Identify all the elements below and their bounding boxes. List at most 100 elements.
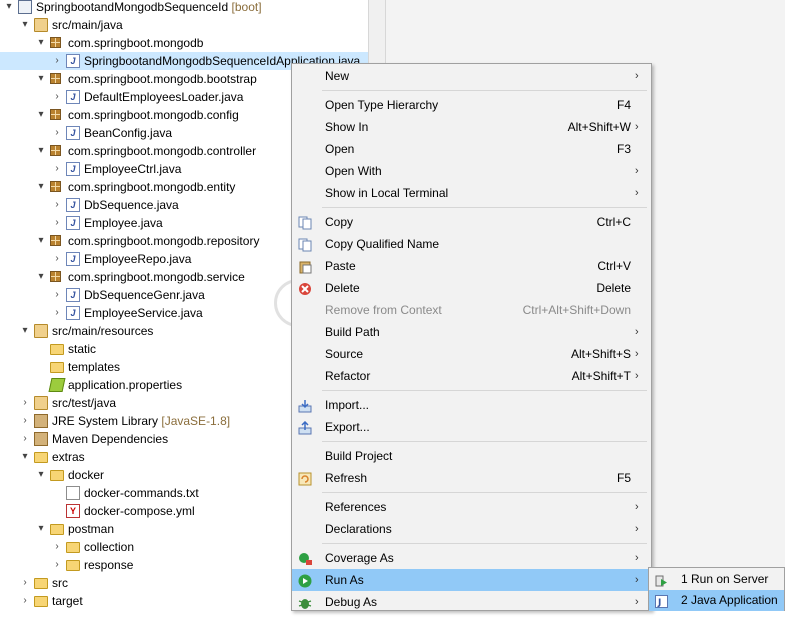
menu-item-remove-from-context[interactable]: Remove from Context Ctrl+Alt+Shift+Down: [292, 299, 651, 321]
collapse-toggle-icon[interactable]: ▾: [20, 16, 30, 34]
expand-toggle-icon[interactable]: ›: [52, 250, 62, 268]
menu-separator: [322, 492, 647, 493]
menu-item-debug-as[interactable]: Debug As ›: [292, 591, 651, 613]
expand-toggle-icon[interactable]: ›: [20, 574, 30, 592]
menu-separator: [322, 441, 647, 442]
properties-file-icon: [48, 378, 66, 392]
submenu-arrow-icon: ›: [635, 121, 639, 133]
submenu-arrow-icon: ›: [635, 523, 639, 535]
tree-item-label: src/test/java: [52, 396, 117, 410]
menu-item-open-with[interactable]: Open With ›: [292, 160, 651, 182]
collapse-toggle-icon[interactable]: ▾: [36, 268, 46, 286]
package-icon: [50, 145, 61, 156]
expand-toggle-icon[interactable]: ›: [52, 88, 62, 106]
menu-item-run-as[interactable]: Run As ›: [292, 569, 651, 591]
menu-item-shortcut: F5: [616, 471, 631, 485]
collapse-toggle-icon[interactable]: ▾: [36, 106, 46, 124]
collapse-toggle-icon[interactable]: ▾: [4, 0, 14, 16]
menu-item-references[interactable]: References ›: [292, 496, 651, 518]
tree-item-label: BeanConfig.java: [84, 126, 173, 140]
folder-icon: [34, 452, 48, 463]
expand-toggle-icon[interactable]: ›: [52, 538, 62, 556]
menu-item-label: Paste: [325, 259, 356, 273]
expand-toggle-icon[interactable]: ›: [20, 592, 30, 610]
collapse-toggle-icon[interactable]: ▾: [36, 232, 46, 250]
expand-toggle-icon[interactable]: ›: [20, 394, 30, 412]
expand-toggle-icon[interactable]: ›: [52, 124, 62, 142]
collapse-toggle-icon[interactable]: ▾: [36, 142, 46, 160]
expand-toggle-icon: [36, 376, 46, 394]
tree-item-label: collection: [84, 540, 135, 554]
menu-item-refactor[interactable]: Refactor Alt+Shift+T ›: [292, 365, 651, 387]
copy-qualified-name-icon: [298, 237, 313, 252]
menu-item-show-in-local-terminal[interactable]: Show in Local Terminal ›: [292, 182, 651, 204]
menu-item-show-in[interactable]: Show In Alt+Shift+W ›: [292, 116, 651, 138]
tree-item-label: extras: [52, 450, 85, 464]
menu-item-source[interactable]: Source Alt+Shift+S ›: [292, 343, 651, 365]
menu-item-label: Coverage As: [325, 551, 394, 565]
menu-item-refresh[interactable]: Refresh F5: [292, 467, 651, 489]
java-application-icon: J: [655, 594, 668, 608]
tree-item-label: docker: [68, 468, 105, 482]
menu-item-open[interactable]: Open F3: [292, 138, 651, 160]
submenu-arrow-icon: ›: [635, 187, 639, 199]
tree-item-label: application.properties: [68, 378, 183, 392]
run-icon: [298, 573, 313, 588]
collapse-toggle-icon[interactable]: ▾: [36, 466, 46, 484]
menu-item-label: Build Project: [325, 449, 393, 463]
menu-item-import[interactable]: Import...: [292, 394, 651, 416]
tree-item-label: JRE System Library: [52, 414, 159, 428]
menu-item-paste[interactable]: Paste Ctrl+V: [292, 255, 651, 277]
tree-item-label: EmployeeService.java: [84, 306, 203, 320]
collapse-toggle-icon[interactable]: ▾: [36, 178, 46, 196]
expand-toggle-icon[interactable]: ›: [52, 304, 62, 322]
menu-item-new[interactable]: New ›: [292, 65, 651, 87]
menu-item-build-project[interactable]: Build Project: [292, 445, 651, 467]
collapse-toggle-icon[interactable]: ▾: [36, 70, 46, 88]
menu-item-declarations[interactable]: Declarations ›: [292, 518, 651, 540]
menu-item-label: Declarations: [325, 522, 392, 536]
tree-item-label: src/main/java: [52, 18, 123, 32]
tree-item[interactable]: ▾ SpringbootandMongodbSequenceId [boot]: [0, 0, 368, 16]
folder-icon: [34, 596, 48, 607]
menu-item-run-on-server[interactable]: 1 Run on Server: [649, 569, 784, 590]
package-icon: [50, 271, 61, 282]
tree-item[interactable]: ▾ com.springboot.mongodb: [0, 34, 368, 52]
collapse-toggle-icon[interactable]: ▾: [36, 34, 46, 52]
menu-item-shortcut: Alt+Shift+S: [570, 347, 631, 361]
collapse-toggle-icon[interactable]: ▾: [36, 520, 46, 538]
menu-item-copy-qualified-name[interactable]: Copy Qualified Name: [292, 233, 651, 255]
expand-toggle-icon[interactable]: ›: [52, 286, 62, 304]
tree-item-decoration: [boot]: [231, 0, 262, 14]
menu-item-label: Open With: [325, 164, 382, 178]
tree-item-label: docker-compose.yml: [84, 504, 195, 518]
expand-toggle-icon[interactable]: ›: [52, 214, 62, 232]
menu-item-coverage-as[interactable]: Coverage As ›: [292, 547, 651, 569]
copy-icon: [298, 215, 313, 230]
menu-item-label: References: [325, 500, 387, 514]
tree-item-label: src/main/resources: [52, 324, 154, 338]
expand-toggle-icon[interactable]: ›: [52, 52, 62, 70]
menu-item-label: Debug As: [325, 595, 378, 609]
tree-item-label: EmployeeCtrl.java: [84, 162, 182, 176]
collapse-toggle-icon[interactable]: ▾: [20, 322, 30, 340]
menu-item-java-application[interactable]: J 2 Java Application: [649, 590, 784, 611]
menu-item-copy[interactable]: Copy Ctrl+C: [292, 211, 651, 233]
paste-icon: [298, 259, 313, 274]
delete-icon: [298, 281, 313, 295]
expand-toggle-icon[interactable]: ›: [20, 412, 30, 430]
expand-toggle-icon[interactable]: ›: [52, 196, 62, 214]
menu-item-shortcut: Alt+Shift+T: [571, 369, 631, 383]
tree-item-label: DefaultEmployeesLoader.java: [84, 90, 244, 104]
submenu-arrow-icon: ›: [635, 348, 639, 360]
menu-item-build-path[interactable]: Build Path ›: [292, 321, 651, 343]
menu-item-open-type-hierarchy[interactable]: Open Type Hierarchy F4: [292, 94, 651, 116]
tree-item[interactable]: ▾ src/main/java: [0, 16, 368, 34]
menu-item-delete[interactable]: Delete Delete: [292, 277, 651, 299]
menu-item-export[interactable]: Export...: [292, 416, 651, 438]
expand-toggle-icon[interactable]: ›: [20, 430, 30, 448]
menu-item-label: Refactor: [325, 369, 371, 383]
expand-toggle-icon[interactable]: ›: [52, 556, 62, 574]
expand-toggle-icon[interactable]: ›: [52, 160, 62, 178]
collapse-toggle-icon[interactable]: ▾: [20, 448, 30, 466]
